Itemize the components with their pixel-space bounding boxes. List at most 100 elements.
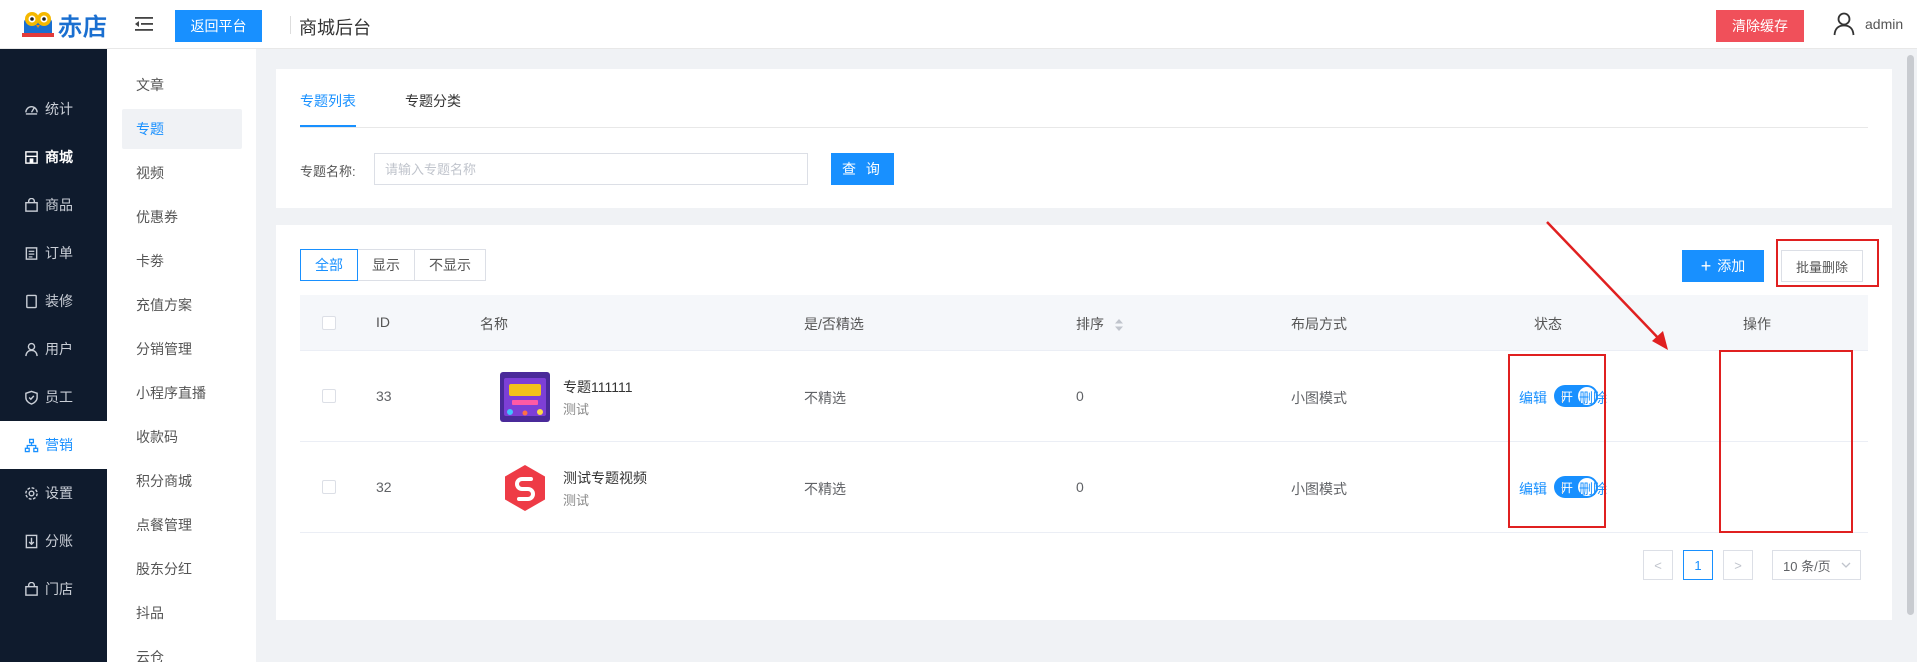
- search-card: 专题列表 专题分类 专题名称: 查 询: [276, 69, 1892, 208]
- user-menu[interactable]: admin: [1833, 12, 1903, 36]
- sidebar-item-label: 用户: [45, 341, 73, 357]
- tab-topic-category[interactable]: 专题分类: [405, 91, 461, 111]
- filter-hide[interactable]: 不显示: [414, 249, 486, 281]
- subnav-item-coupon[interactable]: 优惠券: [122, 197, 242, 237]
- primary-sidebar: 统计 商城 商品 订单 装修 用户 员工 营销 设置 分账 门店: [0, 49, 107, 662]
- topic-name: 测试专题视频: [563, 470, 647, 486]
- subnav-item-card[interactable]: 卡劵: [122, 241, 242, 281]
- subnav-item-video[interactable]: 视频: [122, 153, 242, 193]
- column-header-featured: 是/否精选: [804, 316, 864, 332]
- row-sort: 0: [1076, 388, 1084, 404]
- add-button-label: 添加: [1717, 258, 1746, 274]
- sidebar-item-split-account[interactable]: 分账: [0, 517, 107, 565]
- logo: 赤店: [20, 8, 108, 41]
- clear-cache-button[interactable]: 清除缓存: [1716, 10, 1804, 42]
- column-header-id: ID: [376, 314, 390, 330]
- sort-caret-icon[interactable]: [1114, 318, 1124, 332]
- tab-topic-list[interactable]: 专题列表: [300, 91, 356, 111]
- page-size-select[interactable]: 10 条/页: [1772, 550, 1861, 580]
- topic-name: 专题111111: [563, 379, 633, 395]
- tabs-divider: [300, 127, 1868, 128]
- subnav-item-dividend[interactable]: 股东分红: [122, 549, 242, 589]
- sidebar-item-label: 订单: [45, 245, 73, 261]
- subnav-item-payment-code[interactable]: 收款码: [122, 417, 242, 457]
- sitemap-icon: [24, 438, 39, 452]
- column-header-sort-label: 排序: [1076, 316, 1104, 332]
- sidebar-item-label: 营销: [45, 437, 73, 453]
- topic-subtitle: 测试: [563, 493, 590, 508]
- page-scrollbar[interactable]: [1905, 49, 1917, 662]
- subnav-item-ordering[interactable]: 点餐管理: [122, 505, 242, 545]
- subnav-item-topic[interactable]: 专题: [122, 109, 242, 149]
- split-icon: [25, 534, 38, 548]
- select-all-checkbox[interactable]: [322, 316, 336, 330]
- bag-icon: [25, 197, 38, 212]
- page-title: 商城后台: [299, 18, 371, 38]
- row-layout: 小图模式: [1291, 481, 1347, 497]
- store-icon: [25, 150, 38, 164]
- delete-link[interactable]: 删除: [1579, 388, 1607, 408]
- subnav-item-distribution[interactable]: 分销管理: [122, 329, 242, 369]
- subnav-item-live[interactable]: 小程序直播: [122, 373, 242, 413]
- row-sort: 0: [1076, 479, 1084, 495]
- sidebar-item-label: 装修: [45, 293, 73, 309]
- scrollbar-thumb[interactable]: [1907, 55, 1914, 615]
- logo-owl-icon: [22, 12, 54, 37]
- sidebar-item-label: 设置: [45, 485, 73, 501]
- action-divider: [1562, 391, 1563, 403]
- topic-name-input[interactable]: [374, 153, 808, 185]
- sidebar-item-marketing[interactable]: 营销: [0, 421, 107, 469]
- sidebar-item-settings[interactable]: 设置: [0, 469, 107, 517]
- sidebar-item-label: 商城: [45, 149, 73, 165]
- add-button[interactable]: + 添加: [1682, 250, 1764, 282]
- row-checkbox[interactable]: [322, 480, 336, 494]
- gear-icon: [25, 486, 38, 500]
- dashboard-icon: [25, 105, 38, 115]
- row-checkbox[interactable]: [322, 389, 336, 403]
- delete-link[interactable]: 删除: [1579, 479, 1607, 499]
- sidebar-item-users[interactable]: 用户: [0, 325, 107, 373]
- sidebar-item-orders[interactable]: 订单: [0, 229, 107, 277]
- prev-page-button[interactable]: <: [1643, 550, 1673, 580]
- next-page-button[interactable]: >: [1723, 550, 1753, 580]
- table-row: 33 专题111111 测试 不精选 0 小图模式 开 编辑 删除: [300, 351, 1868, 442]
- user-name: admin: [1865, 16, 1904, 32]
- edit-link[interactable]: 编辑: [1519, 388, 1547, 408]
- row-id: 32: [376, 479, 392, 495]
- topic-subtitle: 测试: [563, 402, 590, 417]
- sidebar-item-staff[interactable]: 员工: [0, 373, 107, 421]
- table-card: 全部 显示 不显示 + 添加 批量删除 ID 名称 是/否精选 排序 布局方式 …: [276, 225, 1892, 620]
- sidebar-item-label: 员工: [45, 389, 73, 405]
- row-layout: 小图模式: [1291, 390, 1347, 406]
- sidebar-item-mall[interactable]: 商城: [0, 133, 107, 181]
- batch-delete-button[interactable]: 批量删除: [1781, 250, 1863, 282]
- query-button[interactable]: 查 询: [831, 153, 894, 185]
- order-icon: [25, 246, 38, 260]
- table-header: ID 名称 是/否精选 排序 布局方式 状态 操作: [300, 295, 1868, 351]
- column-header-layout: 布局方式: [1291, 316, 1347, 332]
- subnav-item-article[interactable]: 文章: [122, 65, 242, 105]
- back-to-platform-button[interactable]: 返回平台: [175, 10, 262, 42]
- subnav-item-points-mall[interactable]: 积分商城: [122, 461, 242, 501]
- edit-link[interactable]: 编辑: [1519, 479, 1547, 499]
- subnav-item-douyin[interactable]: 抖品: [122, 593, 242, 633]
- menu-fold-icon[interactable]: [134, 14, 154, 34]
- sidebar-item-goods[interactable]: 商品: [0, 181, 107, 229]
- chevron-down-icon: [1841, 562, 1851, 568]
- sidebar-item-decoration[interactable]: 装修: [0, 277, 107, 325]
- column-header-name: 名称: [480, 316, 508, 332]
- column-header-sort[interactable]: 排序: [1076, 314, 1124, 334]
- top-header: 赤店 返回平台 商城后台 清除缓存 admin: [0, 0, 1917, 49]
- sidebar-item-label: 统计: [45, 101, 73, 117]
- sidebar-item-stats[interactable]: 统计: [0, 85, 107, 133]
- sidebar-item-stores[interactable]: 门店: [0, 565, 107, 613]
- column-header-status: 状态: [1534, 316, 1562, 332]
- filter-show[interactable]: 显示: [357, 249, 415, 281]
- subnav-item-recharge[interactable]: 充值方案: [122, 285, 242, 325]
- page-number-1[interactable]: 1: [1683, 550, 1713, 580]
- user-avatar-icon: [1833, 12, 1855, 36]
- action-divider: [1562, 482, 1563, 494]
- secondary-sidebar: 文章 专题 视频 优惠券 卡劵 充值方案 分销管理 小程序直播 收款码 积分商城…: [107, 49, 256, 662]
- filter-all[interactable]: 全部: [300, 249, 358, 281]
- subnav-item-cloud-warehouse[interactable]: 云仓: [122, 637, 242, 662]
